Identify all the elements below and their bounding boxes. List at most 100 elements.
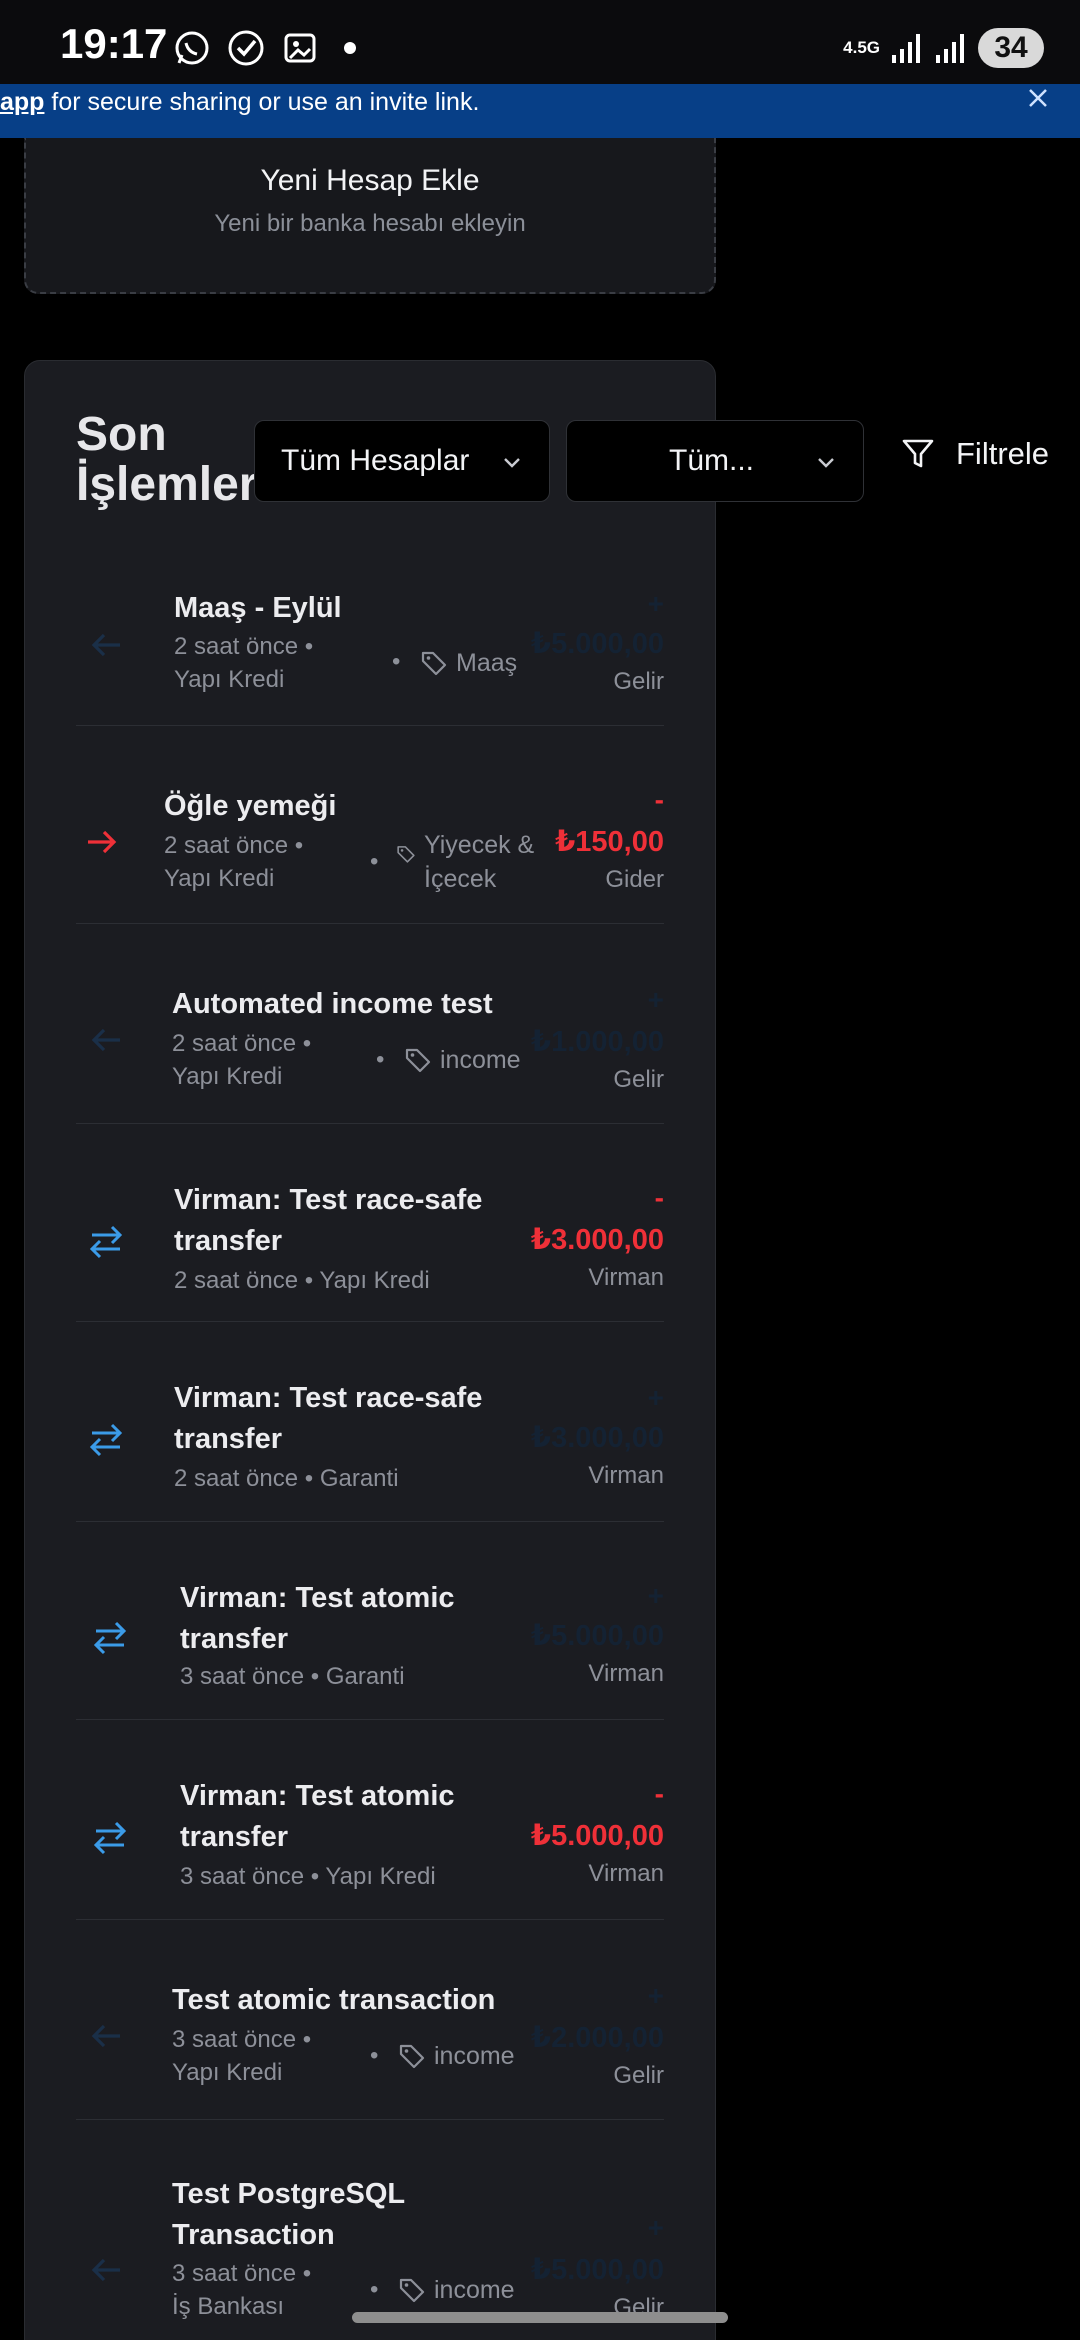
arrow-left-icon: [91, 1028, 120, 1052]
transfer-icon: [89, 1225, 123, 1259]
transaction-account: Yapı Kredi: [174, 666, 285, 693]
amount-sign: -: [654, 784, 664, 815]
filter-button-label: Filtrele: [956, 436, 1050, 471]
transaction-type: Virman: [588, 1264, 664, 1291]
amount-sign: +: [647, 588, 664, 619]
chevron-down-icon: [818, 458, 834, 468]
transaction-title-line1: Virman: Test atomic: [180, 1582, 455, 1614]
info-banner: app for secure sharing or use an invite …: [0, 84, 1080, 138]
transaction-title-line2: Transaction: [172, 2219, 335, 2251]
transaction-title: Virman: Test atomic transfer: [180, 1776, 455, 1858]
separator-dot: •: [370, 2042, 379, 2069]
category-tag: income: [404, 1043, 521, 1077]
home-indicator[interactable]: [352, 2312, 728, 2323]
transaction-time: 2 saat önce •: [174, 633, 314, 660]
transaction-row[interactable]: Virman: Test atomic transfer 3 saat önce …: [76, 1720, 664, 1920]
amount-sign: -: [654, 1182, 664, 1213]
transaction-row[interactable]: Test PostgreSQL Transaction 3 saat önce •…: [76, 2120, 664, 2340]
transaction-row[interactable]: Maaş - Eylül 2 saat önce • Yapı Kredi • …: [76, 570, 664, 726]
transaction-account: Yapı Kredi: [164, 865, 275, 892]
transaction-account: Yapı Kredi: [172, 1063, 283, 1090]
transaction-row[interactable]: Virman: Test race-safe transfer 2 saat ön…: [76, 1124, 664, 1322]
transaction-title-line1: Virman: Test race-safe: [174, 1382, 483, 1414]
type-filter-select[interactable]: Tüm...: [566, 420, 864, 502]
category-tag: income: [398, 2273, 515, 2307]
category-label: income: [440, 1046, 521, 1074]
tag-icon: [397, 846, 415, 863]
battery-indicator: 34: [978, 28, 1044, 68]
transaction-type: Gelir: [613, 1066, 664, 1093]
category-label-line2: İçecek: [424, 865, 497, 893]
transaction-title-line1: Test PostgreSQL: [172, 2178, 406, 2210]
transaction-title-line2: transfer: [180, 1623, 288, 1655]
transaction-amount: ₺5.000,00: [530, 1620, 664, 1652]
separator-dot: •: [392, 648, 401, 675]
tag-icon: [405, 1048, 431, 1073]
transaction-title: Öğle yemeği: [164, 790, 337, 822]
transaction-type: Virman: [588, 1860, 664, 1887]
transaction-amount: ₺3.000,00: [530, 1422, 664, 1454]
amount-sign: +: [647, 1580, 664, 1611]
transaction-time: 3 saat önce •: [172, 2260, 312, 2287]
check-circle-icon: [228, 30, 264, 66]
separator-dot: •: [370, 2276, 379, 2303]
transaction-row[interactable]: Virman: Test atomic transfer 3 saat önce …: [76, 1522, 664, 1720]
tag-icon: [421, 651, 447, 676]
category-label: Maaş: [456, 649, 518, 677]
transaction-amount: ₺3.000,00: [530, 1224, 664, 1256]
transaction-amount: ₺5.000,00: [530, 2254, 664, 2286]
category-label-line1: Yiyecek &: [424, 831, 535, 859]
arrow-right-icon: [88, 830, 117, 854]
transfer-icon: [93, 1621, 127, 1655]
transaction-row[interactable]: Öğle yemeği 2 saat önce • Yapı Kredi • Y…: [76, 726, 664, 924]
transaction-type: Virman: [588, 1660, 664, 1687]
transaction-title-line1: Virman: Test race-safe: [174, 1184, 483, 1216]
transaction-title-line2: transfer: [174, 1225, 282, 1257]
signal-icon-2: [936, 34, 964, 63]
category-tag: income: [398, 2039, 515, 2073]
transaction-meta: 2 saat önce • Yapı Kredi: [174, 1267, 430, 1294]
banner-text: for secure sharing or use an invite link…: [44, 88, 480, 116]
transaction-account: Yapı Kredi: [172, 2059, 283, 2086]
transaction-row[interactable]: Virman: Test race-safe transfer 2 saat ön…: [76, 1322, 664, 1522]
account-filter-select[interactable]: Tüm Hesaplar: [254, 420, 550, 502]
filter-icon: [902, 439, 934, 468]
transaction-type: Gider: [605, 866, 664, 893]
transaction-time: 2 saat önce •: [172, 1030, 312, 1057]
transaction-amount: ₺1.000,00: [530, 1026, 664, 1058]
transaction-amount: ₺2.000,00: [530, 2022, 664, 2054]
transaction-amount: ₺150,00: [555, 826, 664, 858]
banner-app-link[interactable]: app: [0, 88, 44, 116]
transaction-meta: 2 saat önce • Garanti: [174, 1465, 399, 1492]
amount-sign: +: [647, 1980, 664, 2011]
transaction-row[interactable]: Automated income test 2 saat önce • Yapı…: [76, 924, 664, 1124]
transaction-meta: 3 saat önce • Yapı Kredi: [180, 1863, 436, 1890]
transaction-row[interactable]: Test atomic transaction 3 saat önce • Ya…: [76, 1920, 664, 2120]
transaction-amount: ₺5.000,00: [530, 1820, 664, 1852]
banner-message: app for secure sharing or use an invite …: [0, 88, 479, 117]
add-account-card[interactable]: Yeni Hesap Ekle Yeni bir banka hesabı ek…: [24, 138, 716, 294]
transaction-time: 2 saat önce •: [164, 832, 304, 859]
amount-sign: +: [647, 1382, 664, 1413]
filter-button[interactable]: Filtrele: [900, 436, 1049, 472]
category-tag: Maaş: [420, 646, 517, 680]
amount-sign: +: [647, 984, 664, 1015]
category-label: Yiyecek & İçecek: [424, 828, 534, 896]
account-filter-value: Tüm Hesaplar: [281, 444, 470, 477]
transaction-type: Gelir: [613, 2062, 664, 2089]
transfer-icon: [89, 1423, 123, 1457]
signal-icon: [892, 34, 920, 63]
section-title: Son İşlemler: [76, 408, 258, 511]
transaction-title: Automated income test: [172, 988, 493, 1020]
transfer-icon: [93, 1821, 127, 1855]
separator-dot: •: [370, 848, 379, 875]
transaction-title: Test atomic transaction: [172, 1984, 496, 2016]
transaction-title: Virman: Test race-safe transfer: [174, 1180, 482, 1262]
close-icon[interactable]: [1024, 84, 1052, 112]
separator-dot: •: [376, 1046, 385, 1073]
transaction-time: 3 saat önce •: [172, 2026, 312, 2053]
status-bar: 19:17 4.5G 34: [0, 0, 1080, 84]
transaction-account: İş Bankası: [172, 2293, 285, 2320]
arrow-left-icon: [91, 2258, 120, 2282]
type-filter-value: Tüm...: [669, 444, 755, 477]
